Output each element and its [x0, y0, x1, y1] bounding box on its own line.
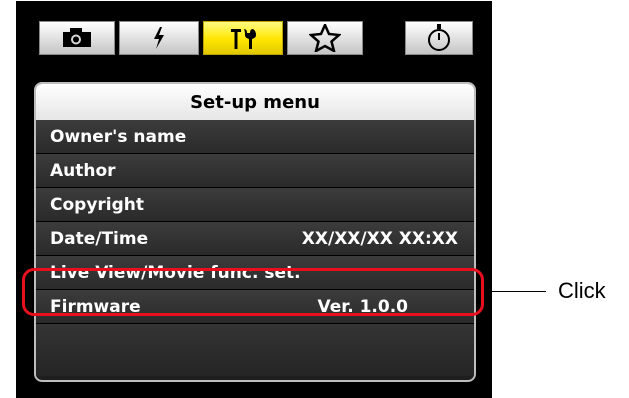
setup-menu: Set-up menu Owner's name Author Copyrigh…	[34, 82, 476, 382]
tab-flash[interactable]	[119, 21, 199, 55]
menu-item-copyright[interactable]: Copyright	[36, 188, 474, 222]
click-highlight	[22, 268, 484, 316]
star-icon	[309, 24, 341, 52]
menu-item-author[interactable]: Author	[36, 154, 474, 188]
tab-shooting[interactable]	[39, 21, 115, 55]
menu-item-label: Copyright	[50, 194, 145, 215]
camera-icon	[63, 28, 91, 47]
menu-item-label: Author	[50, 160, 116, 181]
tab-my-menu[interactable]	[287, 21, 363, 55]
menu-item-label: Date/Time	[50, 228, 149, 249]
setup-panel: Set-up menu Owner's name Author Copyrigh…	[16, 1, 492, 398]
tools-icon	[231, 29, 256, 49]
tab-timer[interactable]	[405, 21, 473, 55]
menu-item-label: Owner's name	[50, 126, 187, 147]
flash-icon	[154, 27, 164, 49]
menu-empty-row	[36, 324, 474, 376]
menu-item-owners-name[interactable]: Owner's name	[36, 120, 474, 154]
timer-icon	[428, 24, 450, 51]
menu-item-value: XX/XX/XX XX:XX	[301, 228, 458, 249]
menu-title: Set-up menu	[36, 84, 474, 120]
callout-label: Click	[558, 278, 606, 303]
tab-setup[interactable]	[203, 21, 283, 55]
callout-line	[484, 291, 546, 292]
menu-item-date-time[interactable]: Date/Time XX/XX/XX XX:XX	[36, 222, 474, 256]
